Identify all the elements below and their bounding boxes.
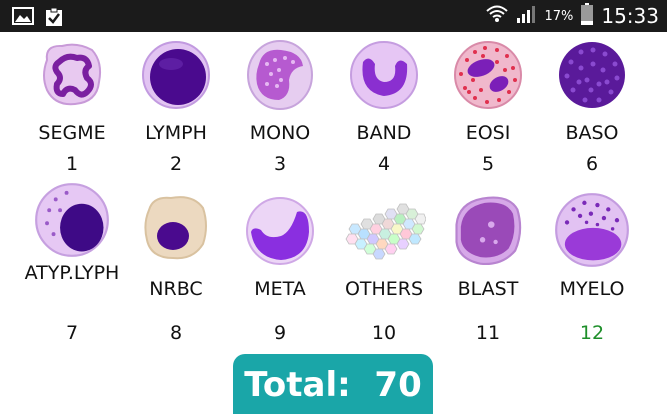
cell-label: ATYP.LYPH (24, 262, 120, 284)
cell-lymph[interactable]: LYMPH 2 (124, 36, 228, 176)
cell-count: 9 (273, 322, 287, 344)
cell-label: BASO (565, 122, 619, 144)
cell-count: 1 (65, 153, 79, 175)
cell-count: 7 (65, 322, 79, 344)
cell-others[interactable]: OTHERS 10 (332, 182, 436, 352)
cell-mono[interactable]: MONO 3 (228, 36, 332, 176)
cell-count: 11 (475, 322, 501, 344)
gallery-icon (12, 7, 34, 31)
cell-count: 10 (371, 322, 397, 344)
nrbc-icon (144, 196, 207, 260)
cell-segme[interactable]: SEGME 1 (20, 36, 124, 176)
myelocyte-icon (555, 193, 629, 267)
cell-label: NRBC (149, 278, 203, 300)
cell-count: 3 (273, 153, 287, 175)
signal-icon (516, 4, 536, 28)
status-bar: 17% 15:33 (0, 0, 667, 32)
clock: 15:33 (601, 4, 659, 28)
metamyelocyte-icon (246, 197, 314, 265)
segmented-neutrophil-icon (43, 43, 102, 106)
cell-atyp-lyph[interactable]: ATYP.LYPH 7 (20, 182, 124, 352)
clipboard-check-icon (44, 7, 64, 31)
wifi-icon (486, 4, 509, 28)
cell-label: OTHERS (344, 278, 424, 300)
cell-label: LYMPH (145, 122, 207, 144)
cell-label: MYELO (559, 278, 625, 300)
cell-label: SEGME (38, 122, 106, 144)
total-value: 70 (374, 365, 422, 405)
monocyte-icon (247, 40, 313, 110)
total-label: Total: (244, 365, 351, 405)
cell-count: 8 (169, 322, 183, 344)
band-neutrophil-icon (350, 41, 418, 109)
cell-nrbc[interactable]: NRBC 8 (124, 182, 228, 352)
basophil-icon (559, 42, 625, 108)
battery-icon (581, 3, 594, 29)
cell-label: META (254, 278, 306, 300)
cell-count-selected: 12 (579, 322, 605, 344)
atypical-lymphocyte-icon (35, 183, 109, 257)
others-hexagon-icon (345, 203, 426, 260)
battery-percent: 17% (544, 8, 574, 24)
cell-meta[interactable]: META 9 (228, 182, 332, 352)
cell-count: 2 (169, 153, 183, 175)
cell-myelo[interactable]: MYELO 12 (540, 182, 644, 352)
cell-eosi[interactable]: EOSI 5 (436, 36, 540, 176)
cell-count: 6 (585, 153, 599, 175)
cell-count: 4 (377, 153, 391, 175)
cell-label: MONO (249, 122, 311, 144)
cell-blast[interactable]: BLAST 11 (436, 182, 540, 352)
blast-cell-icon (455, 196, 522, 266)
cell-label: EOSI (465, 122, 511, 144)
lymphocyte-icon (142, 41, 210, 109)
eosinophil-icon (454, 41, 522, 109)
cell-band[interactable]: BAND 4 (332, 36, 436, 176)
cell-baso[interactable]: BASO 6 (540, 36, 644, 176)
cell-count: 5 (481, 153, 495, 175)
cell-label: BLAST (457, 278, 519, 300)
cell-label: BAND (356, 122, 412, 144)
total-badge: Total: 70 (233, 354, 433, 414)
